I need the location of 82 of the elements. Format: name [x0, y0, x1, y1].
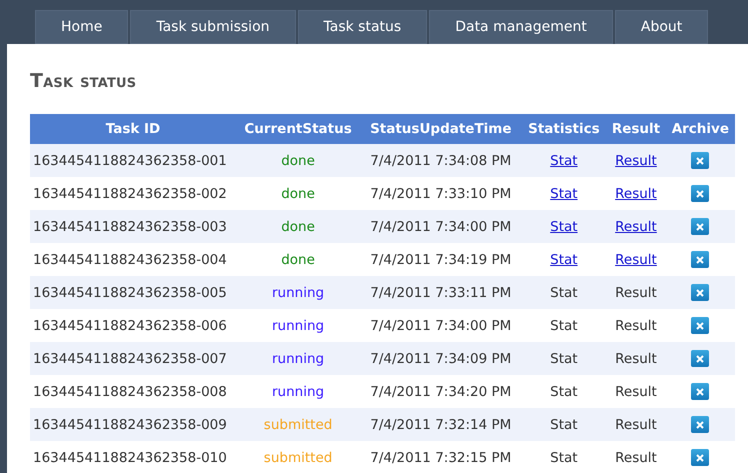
nav-tab[interactable]: Data management	[429, 10, 613, 44]
update-time: 7/4/2011 7:33:11 PM	[370, 284, 512, 300]
archive-button[interactable]	[691, 218, 710, 235]
task-id: 1634454118824362358-010	[33, 450, 227, 466]
column-header: Archive	[666, 114, 735, 144]
task-status: running	[272, 384, 324, 400]
close-icon	[695, 420, 706, 430]
column-header: Result	[606, 114, 666, 144]
update-time: 7/4/2011 7:34:19 PM	[370, 252, 512, 268]
close-icon	[695, 288, 706, 298]
result-text: Result	[615, 450, 657, 466]
task-id: 1634454118824362358-007	[33, 350, 227, 366]
close-icon	[695, 386, 706, 396]
stat-text: Stat	[550, 450, 578, 466]
task-status: done	[281, 186, 315, 202]
column-header: StatusUpdateTime	[360, 114, 522, 144]
stat-text: Stat	[550, 416, 578, 432]
stat-text: Stat	[550, 384, 578, 400]
result-text: Result	[615, 284, 657, 300]
archive-button[interactable]	[691, 284, 710, 301]
update-time: 7/4/2011 7:33:10 PM	[370, 186, 512, 202]
task-id: 1634454118824362358-005	[33, 284, 227, 300]
stat-text: Stat	[550, 318, 578, 334]
nav-tab[interactable]: Task submission	[130, 10, 296, 44]
close-icon	[695, 188, 706, 198]
stat-link[interactable]: Stat	[550, 218, 578, 234]
task-id: 1634454118824362358-008	[33, 384, 227, 400]
archive-button[interactable]	[691, 350, 710, 367]
column-header: Task ID	[30, 114, 236, 144]
result-link[interactable]: Result	[615, 218, 657, 234]
result-text: Result	[615, 350, 657, 366]
update-time: 7/4/2011 7:34:20 PM	[370, 384, 512, 400]
nav-tab[interactable]: About	[614, 10, 708, 44]
archive-button[interactable]	[691, 251, 710, 268]
result-link[interactable]: Result	[615, 252, 657, 268]
close-icon	[695, 354, 706, 364]
archive-button[interactable]	[691, 152, 710, 169]
close-icon	[695, 222, 706, 232]
update-time: 7/4/2011 7:34:08 PM	[370, 152, 512, 168]
update-time: 7/4/2011 7:34:00 PM	[370, 318, 512, 334]
stat-link[interactable]: Stat	[550, 252, 578, 268]
task-id: 1634454118824362358-004	[33, 252, 227, 268]
archive-button[interactable]	[691, 383, 710, 400]
task-id: 1634454118824362358-009	[33, 416, 227, 432]
task-status: running	[272, 318, 324, 334]
task-status: done	[281, 152, 315, 168]
update-time: 7/4/2011 7:32:15 PM	[370, 450, 512, 466]
task-status: done	[281, 252, 315, 268]
nav-tab[interactable]: Home	[35, 10, 128, 44]
archive-button[interactable]	[691, 185, 710, 202]
result-text: Result	[615, 416, 657, 432]
result-link[interactable]: Result	[615, 152, 657, 168]
close-icon	[695, 156, 706, 166]
stat-text: Stat	[550, 284, 578, 300]
stat-link[interactable]: Stat	[550, 152, 578, 168]
update-time: 7/4/2011 7:34:09 PM	[370, 350, 512, 366]
column-header: Statistics	[521, 114, 606, 144]
nav-tab[interactable]: Task status	[298, 10, 428, 44]
result-text: Result	[615, 318, 657, 334]
task-id: 1634454118824362358-002	[33, 186, 227, 202]
task-status: running	[272, 350, 324, 366]
page-title: Task status	[30, 70, 138, 92]
task-status: running	[272, 284, 324, 300]
update-time: 7/4/2011 7:34:00 PM	[370, 218, 512, 234]
stat-link[interactable]: Stat	[550, 186, 578, 202]
update-time: 7/4/2011 7:32:14 PM	[370, 416, 512, 432]
task-status: submitted	[264, 416, 332, 432]
close-icon	[695, 320, 706, 330]
task-id: 1634454118824362358-006	[33, 318, 227, 334]
column-header: CurrentStatus	[236, 114, 360, 144]
archive-button[interactable]	[691, 317, 710, 334]
result-text: Result	[615, 384, 657, 400]
archive-button[interactable]	[691, 449, 710, 466]
task-status: done	[281, 218, 315, 234]
task-status: submitted	[264, 450, 332, 466]
task-id: 1634454118824362358-003	[33, 218, 227, 234]
close-icon	[695, 254, 706, 264]
close-icon	[695, 452, 706, 462]
stat-text: Stat	[550, 350, 578, 366]
archive-button[interactable]	[691, 416, 710, 433]
result-link[interactable]: Result	[615, 186, 657, 202]
task-id: 1634454118824362358-001	[33, 152, 227, 168]
